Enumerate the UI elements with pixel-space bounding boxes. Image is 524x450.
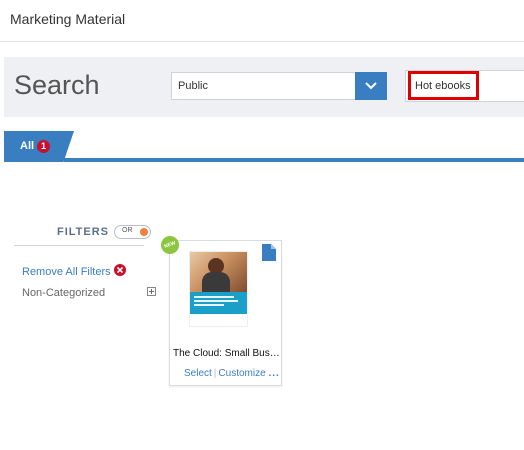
- tab-all-label: All: [20, 140, 35, 152]
- action-separator: |: [213, 368, 217, 379]
- filters-title: FILTERS: [57, 226, 110, 238]
- select-dropdown-button[interactable]: [355, 72, 387, 100]
- customize-link[interactable]: Customize: [218, 368, 265, 379]
- remove-all-filters-link[interactable]: Remove All Filters: [22, 266, 111, 278]
- toggle-label: OR: [122, 227, 133, 234]
- tabs-underline: [64, 158, 524, 162]
- new-badge: NEW: [158, 233, 182, 257]
- tabs-bar: All 1: [4, 131, 524, 163]
- filter-mode-toggle[interactable]: OR: [114, 225, 151, 239]
- result-actions: Select | Customize ...: [184, 368, 280, 379]
- expand-icon[interactable]: [147, 287, 156, 296]
- top-bar: Marketing Material: [0, 0, 524, 42]
- thumbnail-title-band: [190, 292, 247, 314]
- tab-all-count-badge: 1: [37, 140, 50, 153]
- search-heading: Search: [14, 70, 100, 100]
- result-card[interactable]: NEW The Cloud: Small Business... Select|…: [158, 233, 282, 386]
- filters-divider: [14, 245, 144, 246]
- tab-all[interactable]: All 1: [4, 131, 74, 162]
- visibility-select-value: Public: [178, 80, 208, 92]
- search-input[interactable]: Hot ebooks: [405, 70, 524, 102]
- thumbnail-text-line: [194, 304, 224, 306]
- thumbnail-photo: [190, 252, 247, 292]
- select-link[interactable]: Select: [184, 368, 212, 379]
- search-input-value: Hot ebooks: [415, 80, 471, 92]
- document-icon: [262, 244, 276, 261]
- thumbnail-person-body: [202, 272, 230, 292]
- app-title: Marketing Material: [10, 11, 126, 27]
- thumbnail-text-line: [194, 300, 238, 302]
- remove-icon[interactable]: [114, 264, 126, 276]
- toggle-knob: [140, 228, 148, 236]
- thumbnail-text-line: [194, 296, 234, 298]
- chevron-down-icon: [365, 82, 377, 90]
- more-options-button[interactable]: ...: [268, 368, 279, 379]
- category-non-categorized[interactable]: Non-Categorized: [22, 287, 105, 299]
- ebook-thumbnail[interactable]: [189, 251, 248, 327]
- search-band: Search Public Hot ebooks: [4, 57, 524, 117]
- thumbnail-footer: [190, 314, 247, 326]
- result-title[interactable]: The Cloud: Small Business...: [173, 348, 281, 359]
- visibility-select[interactable]: Public: [171, 72, 387, 100]
